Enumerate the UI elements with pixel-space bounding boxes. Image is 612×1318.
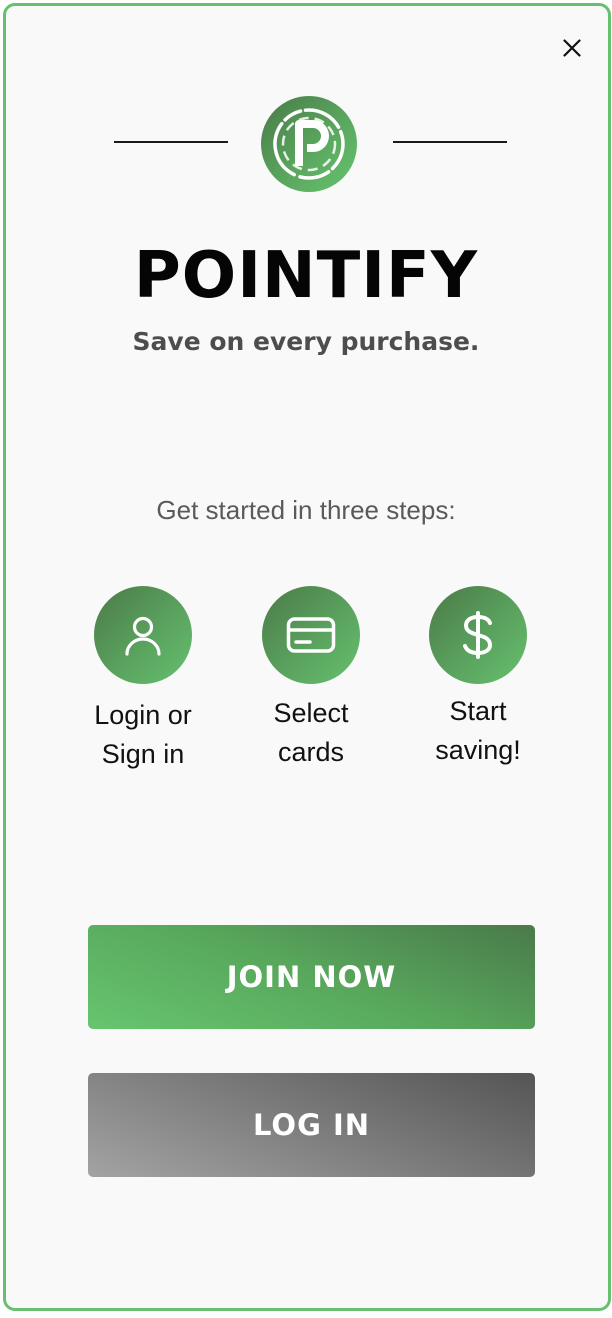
step-label: Login or Sign in <box>94 700 192 769</box>
logo-header <box>0 96 612 192</box>
step-icon-circle <box>94 586 192 684</box>
join-now-button[interactable]: JOIN NOW <box>88 925 535 1029</box>
step-start-saving: Start saving! <box>393 586 563 770</box>
step-icon-circle <box>262 586 360 684</box>
step-label: Start saving! <box>435 696 521 765</box>
log-in-button[interactable]: LOG IN <box>88 1073 535 1177</box>
dollar-icon <box>463 611 493 659</box>
step-icon-circle <box>429 586 527 684</box>
pointify-p-badge-icon <box>261 96 357 192</box>
step-label: Select cards <box>273 698 349 767</box>
step-select-cards: Select cards <box>226 586 396 772</box>
steps-heading: Get started in three steps: <box>156 495 456 525</box>
logo-divider-left <box>114 141 228 143</box>
brand-title: POINTIFY <box>133 239 479 313</box>
close-icon <box>563 39 581 57</box>
logo-divider-right <box>393 141 507 143</box>
close-button[interactable] <box>554 30 590 66</box>
step-login: Login or Sign in <box>58 586 228 774</box>
brand-tagline: Save on every purchase. <box>132 327 480 356</box>
credit-card-icon <box>286 617 336 653</box>
user-icon <box>125 616 161 656</box>
